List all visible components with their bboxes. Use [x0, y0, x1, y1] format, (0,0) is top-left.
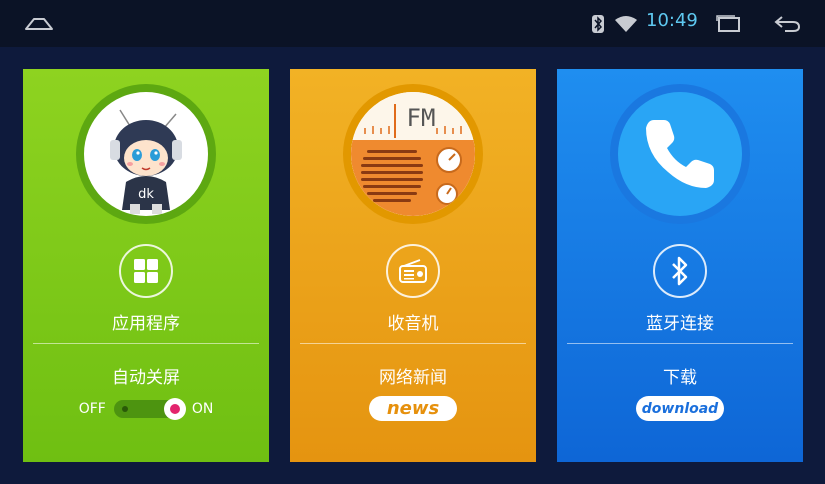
auto-screen-off-toggle[interactable] [113, 398, 186, 420]
news-button[interactable]: news [369, 396, 457, 421]
grid-icon [134, 259, 158, 283]
radio-hero[interactable]: FM [343, 84, 483, 224]
mascot-badge: dk [138, 187, 154, 202]
net-news-label: 网络新闻 [379, 368, 447, 388]
download-label: 下载 [663, 368, 697, 388]
fm-radio-icon: FM [351, 92, 475, 216]
back-icon[interactable] [772, 0, 802, 47]
clock: 10:49 [646, 10, 698, 31]
bluetooth-icon [590, 0, 606, 47]
status-bar: 10:49 [0, 0, 825, 47]
bluetooth-button[interactable] [653, 244, 707, 298]
fm-label: FM [407, 104, 436, 132]
radio-button[interactable] [386, 244, 440, 298]
bluetooth-icon [672, 256, 688, 286]
apps-title[interactable]: 应用程序 [23, 309, 269, 334]
mascot-image: dk [110, 109, 182, 214]
bluetooth-divider [567, 343, 793, 344]
bluetooth-title[interactable]: 蓝牙连接 [557, 309, 803, 334]
auto-screen-off-label: 自动关屏 [112, 368, 180, 388]
wifi-icon [614, 0, 638, 47]
phone-icon [646, 120, 714, 188]
download-button[interactable]: download [636, 396, 724, 421]
apps-grid-button[interactable] [119, 244, 173, 298]
apps-divider [33, 343, 259, 344]
toggle-off-dot [121, 406, 128, 412]
radio-title[interactable]: 收音机 [290, 309, 536, 334]
bluetooth-card[interactable]: 蓝牙连接 下载 download [557, 69, 803, 462]
home-icon[interactable] [22, 0, 56, 47]
radio-divider [300, 343, 526, 344]
toggle-on-label: ON [191, 401, 214, 417]
recents-icon[interactable] [714, 0, 742, 47]
auto-screen-off-row: OFF ON [23, 398, 269, 420]
toggle-off-label: OFF [78, 401, 106, 417]
radio-icon [399, 259, 427, 283]
phone-hero[interactable] [610, 84, 750, 224]
apps-card[interactable]: dk 应用程序 自动关屏 OFF ON [23, 69, 269, 462]
radio-card[interactable]: FM 收音机 网络新闻 news [290, 69, 536, 462]
toggle-knob[interactable] [163, 398, 186, 420]
mascot-avatar[interactable]: dk [76, 84, 216, 224]
